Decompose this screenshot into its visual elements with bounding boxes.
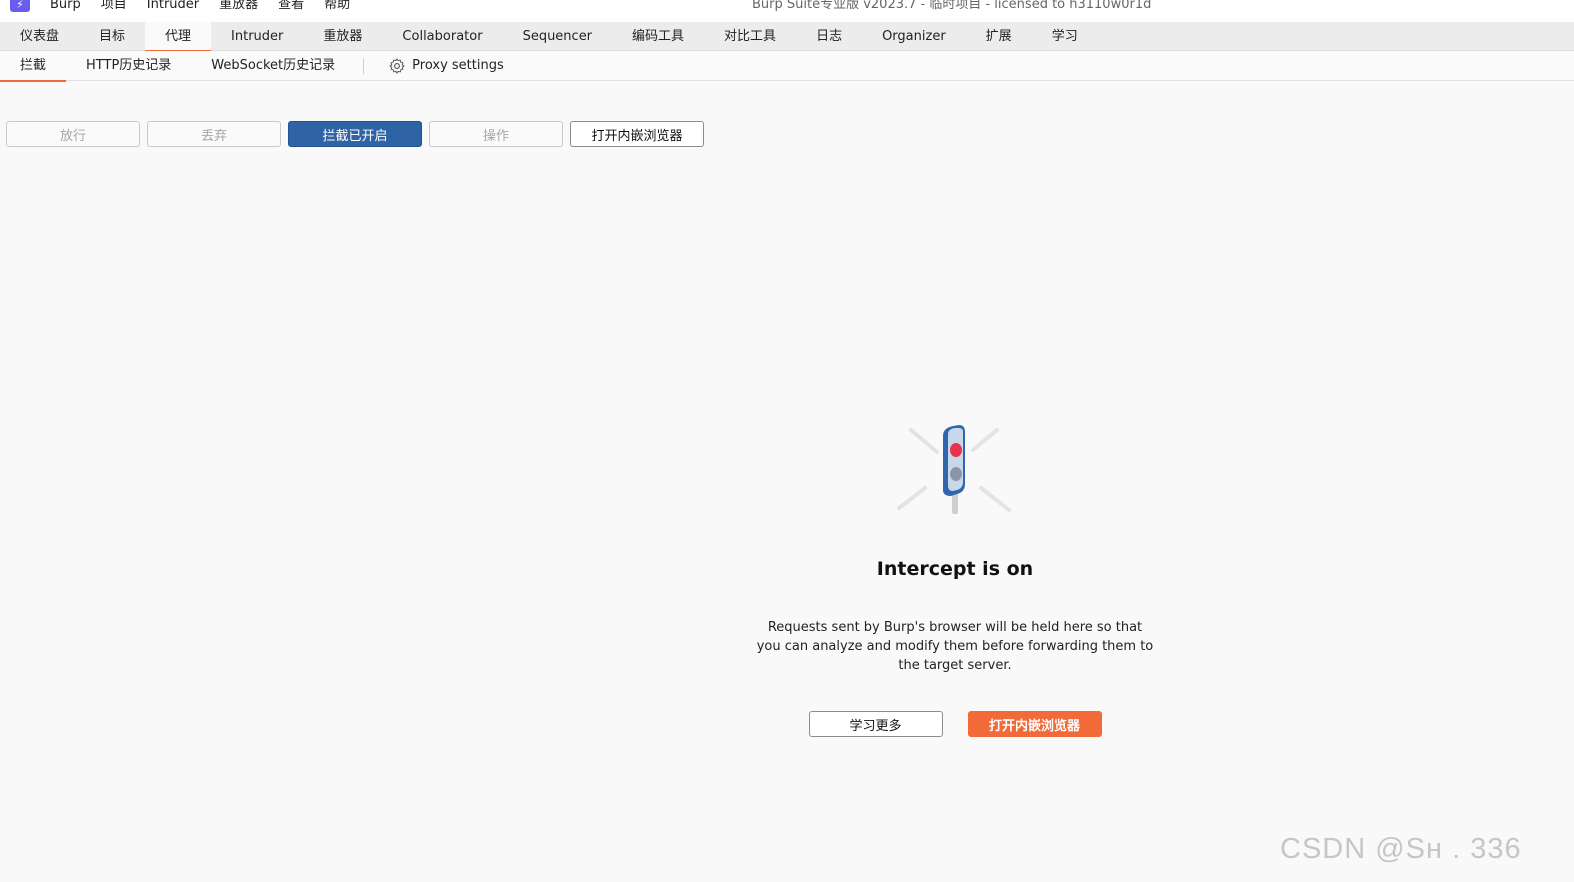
tab-sequencer[interactable]: Sequencer	[503, 22, 612, 51]
menu-bar: ⚡ Burp 项目 Intruder 重放器 查看 帮助 Burp Suite专…	[0, 0, 1574, 22]
gear-icon	[389, 57, 405, 74]
open-browser-button[interactable]: 打开内嵌浏览器	[570, 121, 704, 147]
proxy-subtabs: 拦截 HTTP历史记录 WebSocket历史记录 Proxy settings	[0, 51, 1574, 82]
action-button[interactable]: 操作	[429, 121, 563, 147]
burp-logo-icon: ⚡	[10, 0, 30, 12]
subtab-websocket-history[interactable]: WebSocket历史记录	[191, 51, 355, 81]
tab-logger[interactable]: 日志	[796, 22, 862, 51]
empty-state-actions: 学习更多 打开内嵌浏览器	[808, 711, 1102, 737]
tab-learn[interactable]: 学习	[1032, 22, 1098, 51]
tab-collaborator[interactable]: Collaborator	[382, 22, 502, 51]
tab-repeater[interactable]: 重放器	[303, 22, 382, 51]
menu-view[interactable]: 查看	[268, 0, 314, 15]
intercept-empty-state: Intercept is on Requests sent by Burp's …	[740, 420, 1170, 737]
tab-comparer[interactable]: 对比工具	[704, 22, 796, 51]
drop-button[interactable]: 丢弃	[147, 121, 281, 147]
subtab-intercept[interactable]: 拦截	[0, 51, 67, 82]
watermark: CSDN @Sн . 336	[1280, 833, 1522, 865]
tab-extensions[interactable]: 扩展	[966, 22, 1032, 51]
tab-proxy[interactable]: 代理	[145, 22, 212, 52]
intercept-toolbar: 放行 丢弃 拦截已开启 操作 打开内嵌浏览器	[6, 121, 704, 147]
menu-intruder[interactable]: Intruder	[137, 0, 209, 15]
intercept-description: Requests sent by Burp's browser will be …	[756, 620, 1154, 673]
subtab-divider	[363, 57, 365, 74]
proxy-settings-button[interactable]: Proxy settings	[370, 51, 514, 81]
primary-tabs: 仪表盘 目标 代理 Intruder 重放器 Collaborator Sequ…	[0, 22, 1574, 52]
intercept-toggle-button[interactable]: 拦截已开启	[288, 121, 422, 147]
forward-button[interactable]: 放行	[6, 121, 140, 147]
menu-repeater[interactable]: 重放器	[209, 0, 268, 15]
tab-intruder[interactable]: Intruder	[211, 22, 303, 51]
open-embedded-browser-button[interactable]: 打开内嵌浏览器	[967, 711, 1102, 737]
menu-items: Burp 项目 Intruder 重放器 查看 帮助	[50, 0, 360, 15]
tab-decoder[interactable]: 编码工具	[612, 22, 704, 51]
window-title: Burp Suite专业版 v2023.7 - 临时项目 - licensed …	[752, 0, 1152, 12]
menu-help[interactable]: 帮助	[314, 0, 360, 15]
menu-burp[interactable]: Burp	[50, 0, 91, 15]
intercept-headline: Intercept is on	[876, 558, 1034, 580]
subtab-http-history[interactable]: HTTP历史记录	[66, 51, 191, 81]
menu-project[interactable]: 项目	[91, 0, 137, 15]
tab-organizer[interactable]: Organizer	[862, 22, 966, 51]
tab-target[interactable]: 目标	[79, 22, 145, 51]
proxy-settings-label: Proxy settings	[412, 58, 504, 73]
learn-more-button[interactable]: 学习更多	[808, 711, 943, 737]
traffic-light-icon	[897, 425, 1011, 514]
tab-dashboard[interactable]: 仪表盘	[0, 22, 79, 51]
